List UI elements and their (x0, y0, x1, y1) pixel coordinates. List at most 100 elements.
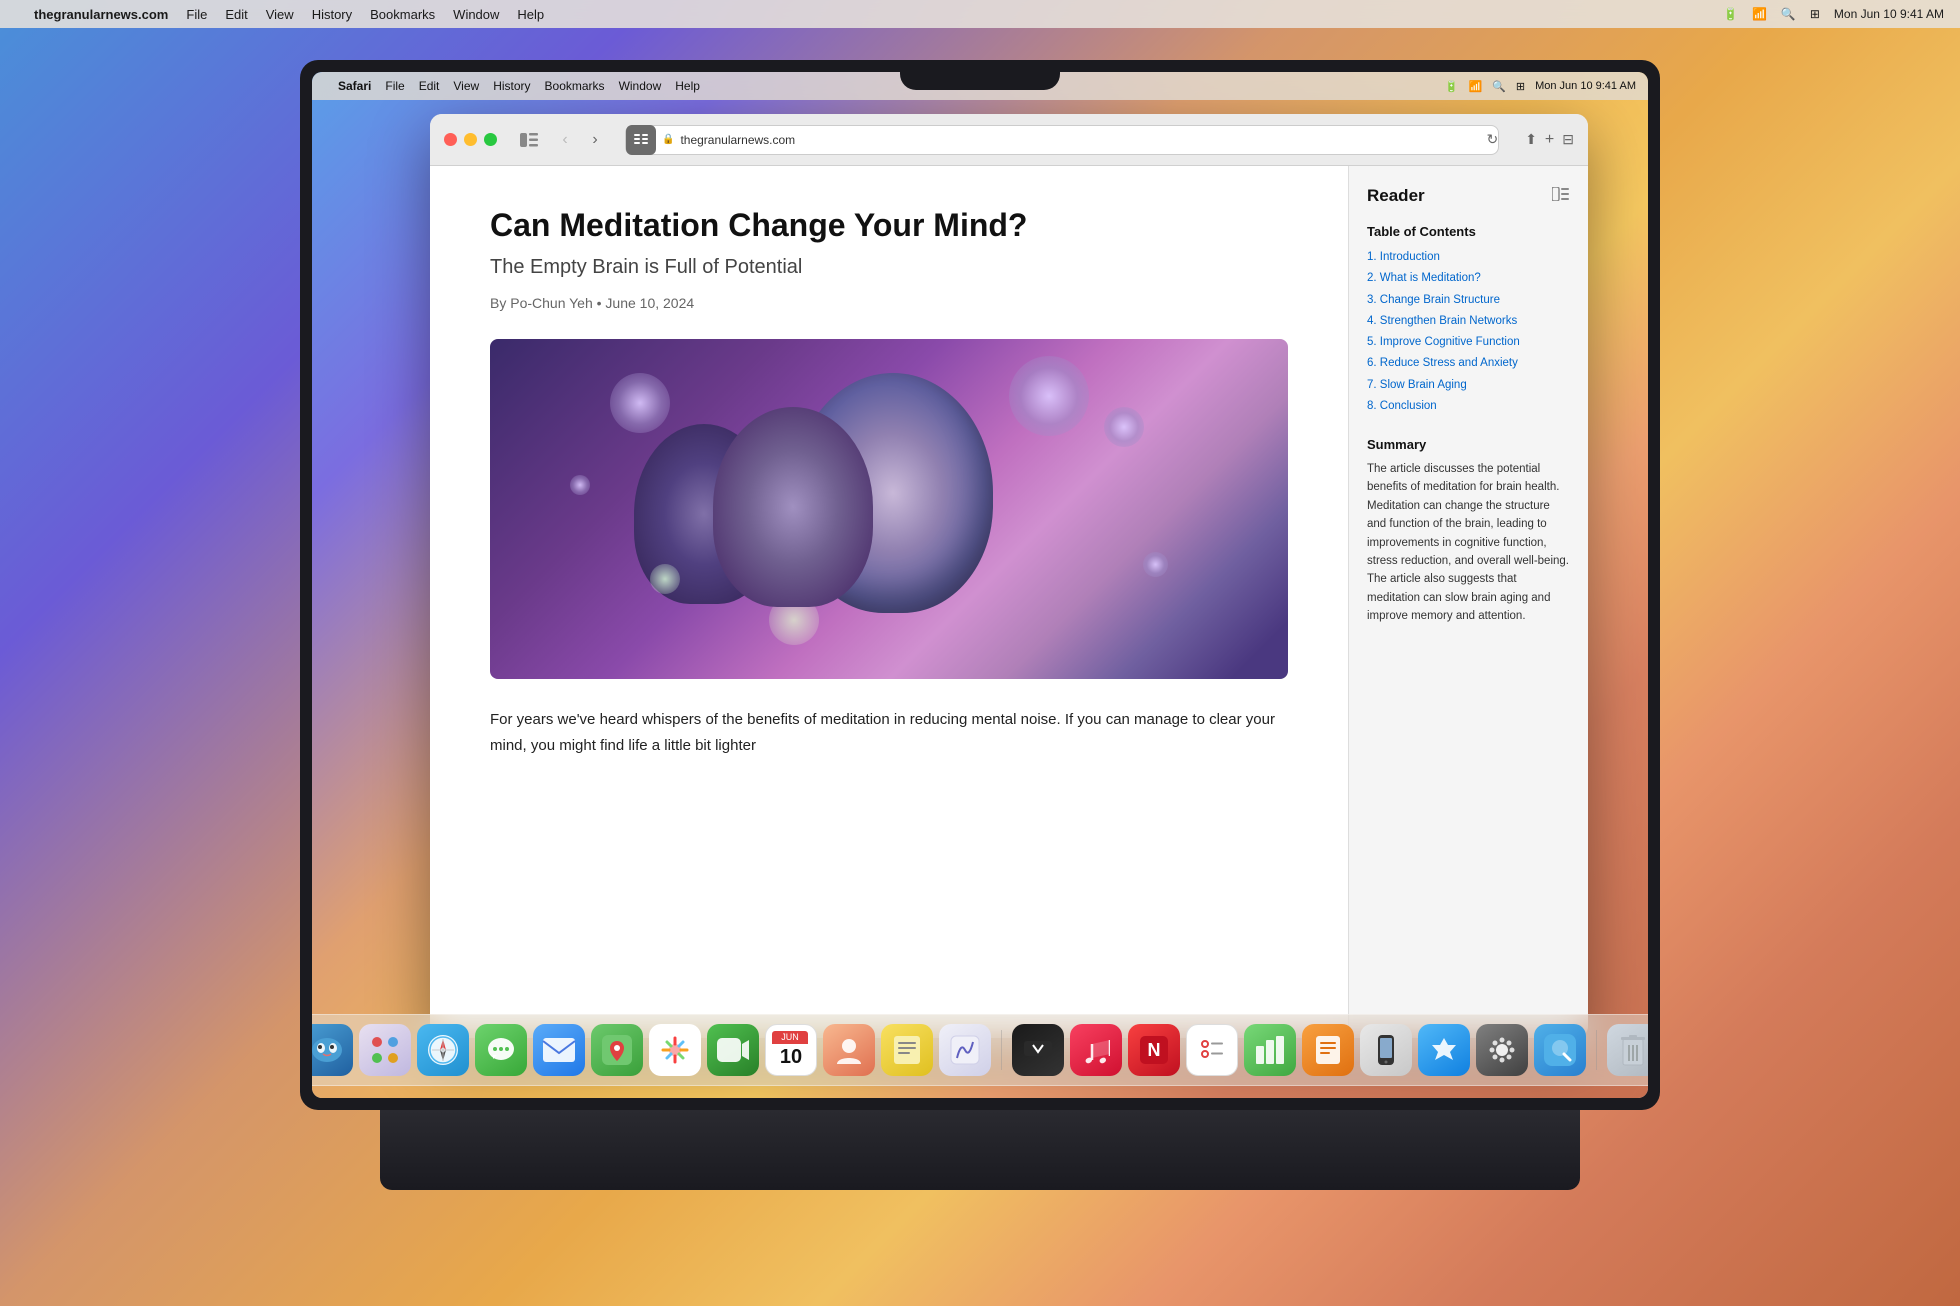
brain-art (490, 339, 1288, 679)
address-bar[interactable]: 🔒 thegranularnews.com ↻ (625, 125, 1499, 155)
search-icon[interactable]: 🔍 (1781, 7, 1796, 21)
forward-button[interactable]: › (583, 131, 607, 149)
safari-toolbar: ‹ › (430, 114, 1588, 166)
lock-icon: 🔒 (662, 134, 674, 145)
menu-history[interactable]: History (312, 7, 352, 22)
toc-item-5[interactable]: 5. Improve Cognitive Function (1367, 332, 1570, 353)
svg-text:N: N (1148, 1040, 1161, 1060)
screen-inner: Safari File Edit View History Bookmarks … (312, 72, 1648, 1098)
menu-window[interactable]: Window (453, 7, 499, 22)
dock-divider (1001, 1030, 1002, 1070)
inner-menu-window[interactable]: Window (619, 79, 662, 93)
traffic-lights (444, 133, 497, 146)
inner-control-center[interactable]: ⊞ (1516, 80, 1525, 93)
dock-app-safari[interactable] (417, 1024, 469, 1076)
inner-menu-history[interactable]: History (493, 79, 530, 93)
article-area: Can Meditation Change Your Mind? The Emp… (430, 166, 1348, 1038)
reader-panel: Reader Table of Contents (1348, 166, 1588, 1038)
tab-overview-button[interactable]: ⊟ (1562, 131, 1574, 149)
toc-item-8[interactable]: 8. Conclusion (1367, 396, 1570, 417)
dock-app-reminders[interactable] (1186, 1024, 1238, 1076)
dock-app-contacts[interactable] (823, 1024, 875, 1076)
dock-app-store[interactable] (1418, 1024, 1470, 1076)
summary-header: Summary (1367, 437, 1570, 452)
inner-app-name[interactable]: Safari (338, 79, 371, 93)
orb-1 (610, 373, 670, 433)
menu-view[interactable]: View (266, 7, 294, 22)
notch (900, 60, 1060, 90)
dock-app-finder2[interactable] (1534, 1024, 1586, 1076)
close-button[interactable] (444, 133, 457, 146)
inner-menu-help[interactable]: Help (675, 79, 700, 93)
toc-item-3[interactable]: 3. Change Brain Structure (1367, 290, 1570, 311)
article-hero-image (490, 339, 1288, 679)
menu-edit[interactable]: Edit (225, 7, 247, 22)
toc-header: Table of Contents (1367, 224, 1570, 239)
menubar: thegranularnews.com File Edit View Histo… (0, 0, 1960, 28)
reload-button[interactable]: ↻ (1486, 131, 1498, 148)
dock-app-numbers[interactable] (1244, 1024, 1296, 1076)
dock-app-music[interactable] (1070, 1024, 1122, 1076)
menu-bookmarks[interactable]: Bookmarks (370, 7, 435, 22)
orb-7 (570, 475, 590, 495)
minimize-button[interactable] (464, 133, 477, 146)
inner-search[interactable]: 🔍 (1492, 80, 1506, 93)
laptop-frame: Safari File Edit View History Bookmarks … (300, 60, 1660, 1190)
reader-header: Reader (1367, 186, 1570, 206)
control-center-icon[interactable]: ⊞ (1810, 7, 1820, 21)
toc-item-4[interactable]: 4. Strengthen Brain Networks (1367, 311, 1570, 332)
article-title: Can Meditation Change Your Mind? (490, 206, 1288, 244)
menu-file[interactable]: File (186, 7, 207, 22)
dock-app-launchpad[interactable] (359, 1024, 411, 1076)
dock-app-news[interactable]: N (1128, 1024, 1180, 1076)
dock-divider-2 (1596, 1030, 1597, 1070)
dock: JUN 10 (312, 1014, 1648, 1086)
dock-app-calendar[interactable]: JUN 10 (765, 1024, 817, 1076)
reader-panel-toggle[interactable] (1552, 187, 1570, 206)
article-body-text: For years we've heard whispers of the be… (490, 707, 1288, 758)
dock-app-mail[interactable] (533, 1024, 585, 1076)
dock-app-iphone-mirror[interactable] (1360, 1024, 1412, 1076)
head-back (713, 407, 873, 607)
share-button[interactable]: ⬆ (1525, 131, 1537, 149)
inner-menu-edit[interactable]: Edit (419, 79, 440, 93)
menubar-right: 🔋 📶 🔍 ⊞ Mon Jun 10 9:41 AM (1723, 7, 1944, 21)
menubar-app-name[interactable]: thegranularnews.com (34, 7, 168, 22)
new-tab-button[interactable]: + (1545, 131, 1554, 149)
dock-app-trash[interactable] (1607, 1024, 1648, 1076)
back-button[interactable]: ‹ (553, 131, 577, 149)
toc-item-6[interactable]: 6. Reduce Stress and Anxiety (1367, 353, 1570, 374)
dock-app-pages[interactable] (1302, 1024, 1354, 1076)
toc-list: 1. Introduction 2. What is Meditation? 3… (1367, 247, 1570, 417)
inner-menubar-left: Safari File Edit View History Bookmarks … (324, 79, 700, 93)
maximize-button[interactable] (484, 133, 497, 146)
toc-item-7[interactable]: 7. Slow Brain Aging (1367, 375, 1570, 396)
dock-app-freeform[interactable] (939, 1024, 991, 1076)
inner-wifi: 📶 (1468, 80, 1482, 93)
inner-menu-file[interactable]: File (385, 79, 404, 93)
toc-item-1[interactable]: 1. Introduction (1367, 247, 1570, 268)
nav-buttons: ‹ › (553, 131, 607, 149)
article-byline: By Po-Chun Yeh • June 10, 2024 (490, 295, 1288, 311)
sidebar-toggle-button[interactable] (515, 130, 543, 150)
dock-app-system-preferences[interactable] (1476, 1024, 1528, 1076)
dock-app-messages[interactable] (475, 1024, 527, 1076)
inner-battery: 🔋 (1445, 80, 1459, 93)
dock-app-notes[interactable] (881, 1024, 933, 1076)
inner-menu-bookmarks[interactable]: Bookmarks (545, 79, 605, 93)
dock-app-appletv[interactable] (1012, 1024, 1064, 1076)
article-subtitle: The Empty Brain is Full of Potential (490, 256, 1288, 279)
safari-window: ‹ › (430, 114, 1588, 1038)
menu-help[interactable]: Help (517, 7, 544, 22)
dock-app-facetime[interactable] (707, 1024, 759, 1076)
battery-icon: 🔋 (1723, 7, 1738, 21)
wifi-icon: 📶 (1752, 7, 1767, 21)
dock-app-photos[interactable] (649, 1024, 701, 1076)
laptop-base (380, 1110, 1580, 1190)
reader-mode-icon[interactable] (626, 125, 656, 155)
inner-menu-view[interactable]: View (453, 79, 479, 93)
menubar-left: thegranularnews.com File Edit View Histo… (16, 7, 544, 22)
dock-app-finder[interactable] (312, 1024, 353, 1076)
dock-app-maps[interactable] (591, 1024, 643, 1076)
toc-item-2[interactable]: 2. What is Meditation? (1367, 268, 1570, 289)
